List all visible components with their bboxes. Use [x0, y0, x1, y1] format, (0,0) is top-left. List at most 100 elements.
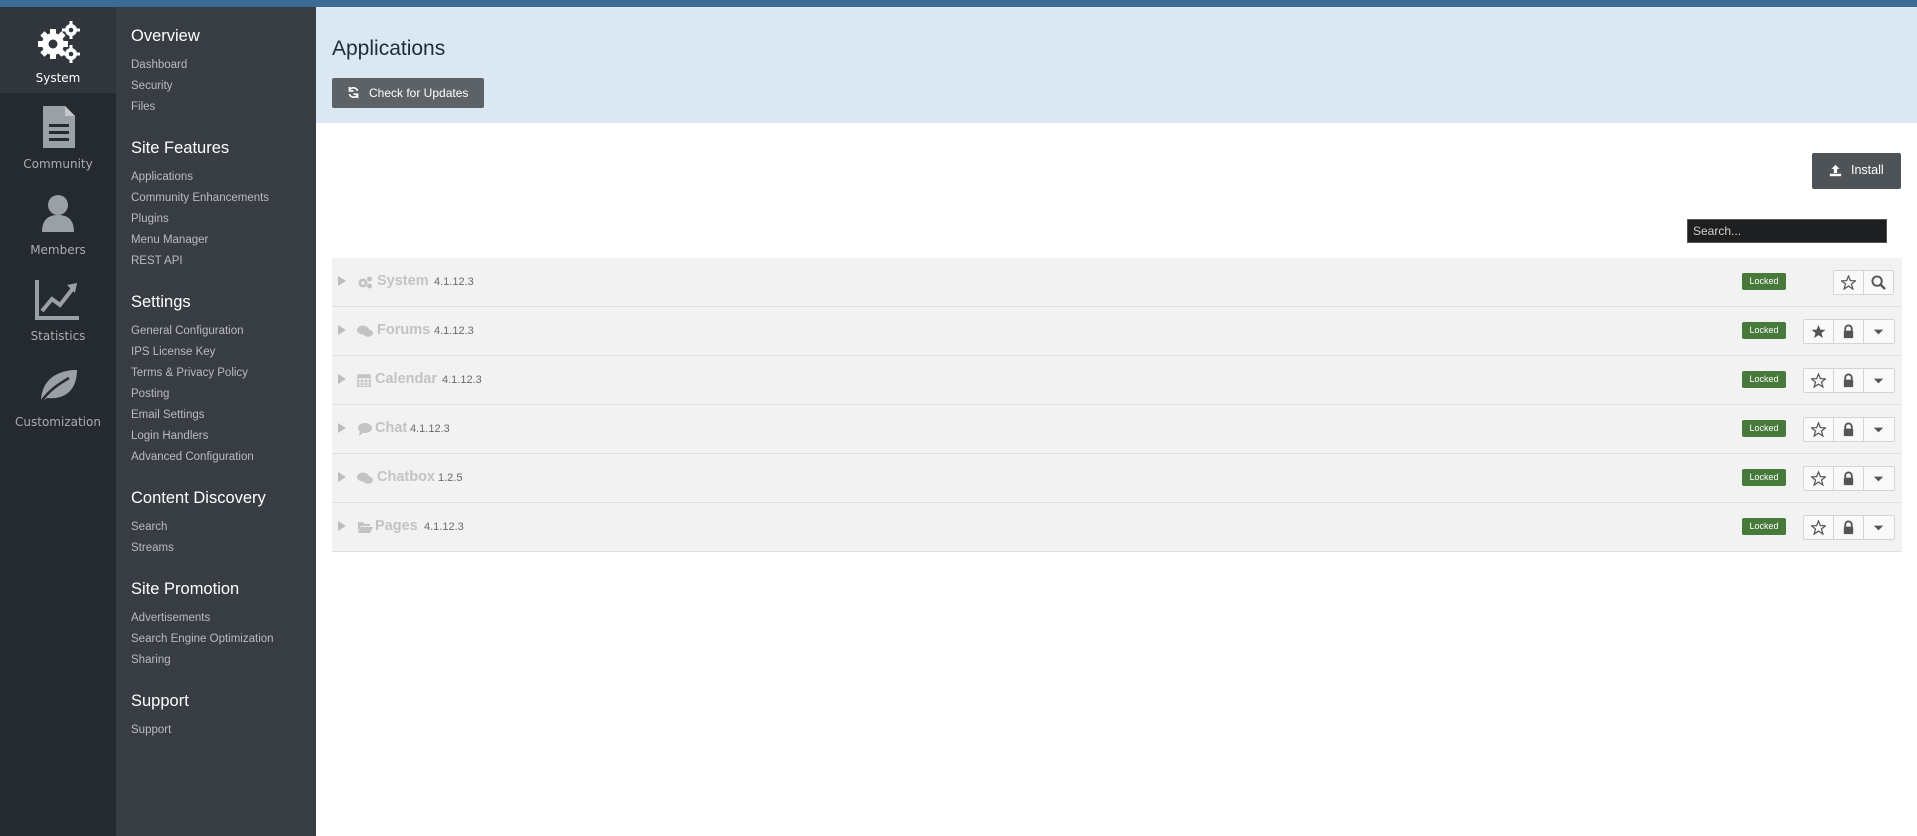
menu-heading-overview: Overview — [131, 27, 200, 45]
menu-link-general-configuration[interactable]: General Configuration — [131, 325, 244, 337]
expand-arrow-icon[interactable] — [337, 276, 347, 286]
app-row-calendar: Calendar 4.1.12.3 Locked — [332, 356, 1902, 405]
primary-nav-rail: System Community Members Statistics Cust… — [0, 7, 116, 836]
app-actions — [1803, 368, 1895, 393]
menu-link-rest-api[interactable]: REST API — [131, 255, 183, 267]
lock-button[interactable] — [1834, 369, 1864, 392]
app-name: Calendar — [375, 371, 438, 387]
expand-arrow-icon[interactable] — [337, 374, 347, 384]
comments-icon — [357, 325, 373, 337]
install-label: Install — [1851, 163, 1884, 177]
menu-link-email-settings[interactable]: Email Settings — [131, 409, 205, 421]
menu-link-dashboard[interactable]: Dashboard — [131, 59, 187, 71]
app-version: 4.1.12.3 — [434, 276, 474, 288]
user-icon — [42, 195, 74, 232]
check-for-updates-button[interactable]: Check for Updates — [332, 78, 484, 108]
applications-table: System 4.1.12.3 Locked Forums 4.1.12.3 L… — [332, 258, 1902, 552]
menu-link-search[interactable]: Search — [131, 521, 167, 533]
app-version: 4.1.12.3 — [442, 374, 482, 386]
lock-icon — [1843, 373, 1854, 388]
lock-icon — [1843, 471, 1854, 486]
star-outline-icon — [1811, 373, 1826, 388]
rail-item-label: Community — [23, 157, 93, 171]
app-version: 4.1.12.3 — [434, 325, 474, 337]
comments-icon — [357, 472, 373, 484]
set-default-button[interactable] — [1804, 369, 1834, 392]
locked-badge: Locked — [1742, 371, 1786, 388]
rail-item-statistics[interactable]: Statistics — [0, 265, 116, 351]
expand-arrow-icon[interactable] — [337, 423, 347, 433]
more-dropdown-button[interactable] — [1864, 320, 1894, 343]
more-dropdown-button[interactable] — [1864, 516, 1894, 539]
rail-item-community[interactable]: Community — [0, 93, 116, 179]
app-row-pages: Pages 4.1.12.3 Locked — [332, 503, 1902, 552]
menu-link-seo[interactable]: Search Engine Optimization — [131, 633, 274, 645]
app-name: System — [377, 273, 429, 289]
menu-link-security[interactable]: Security — [131, 80, 173, 92]
rail-item-customization[interactable]: Customization — [0, 351, 116, 437]
menu-link-menu-manager[interactable]: Menu Manager — [131, 234, 208, 246]
locked-badge: Locked — [1742, 273, 1786, 290]
menu-heading-site-features: Site Features — [131, 139, 230, 157]
menu-link-files[interactable]: Files — [131, 101, 155, 113]
search-button[interactable] — [1864, 271, 1893, 294]
menu-link-applications[interactable]: Applications — [131, 171, 193, 183]
expand-arrow-icon[interactable] — [337, 325, 347, 335]
search-icon — [1870, 275, 1886, 290]
caret-down-icon — [1873, 476, 1884, 482]
main-content: Applications Check for Updates Install S… — [316, 7, 1917, 836]
menu-link-login-handlers[interactable]: Login Handlers — [131, 430, 208, 442]
set-default-button[interactable] — [1804, 467, 1834, 490]
rail-item-members[interactable]: Members — [0, 179, 116, 265]
upload-icon — [1829, 164, 1842, 177]
menu-link-posting[interactable]: Posting — [131, 388, 169, 400]
caret-down-icon — [1873, 329, 1884, 335]
app-name: Forums — [377, 322, 431, 338]
cogs-icon — [38, 21, 80, 63]
set-default-button[interactable] — [1804, 320, 1834, 343]
app-row-system: System 4.1.12.3 Locked — [332, 258, 1902, 307]
menu-heading-settings: Settings — [131, 293, 191, 311]
lock-button[interactable] — [1834, 418, 1864, 441]
expand-arrow-icon[interactable] — [337, 472, 347, 482]
menu-link-streams[interactable]: Streams — [131, 542, 174, 554]
lock-button[interactable] — [1834, 320, 1864, 343]
more-dropdown-button[interactable] — [1864, 467, 1894, 490]
line-chart-icon — [35, 280, 79, 320]
menu-link-plugins[interactable]: Plugins — [131, 213, 169, 225]
top-accent-bar — [0, 0, 1917, 7]
menu-link-sharing[interactable]: Sharing — [131, 654, 171, 666]
app-actions — [1803, 466, 1895, 491]
menu-link-advertisements[interactable]: Advertisements — [131, 612, 210, 624]
page-header: Applications Check for Updates — [316, 7, 1917, 123]
more-dropdown-button[interactable] — [1864, 369, 1894, 392]
rail-item-label: Customization — [15, 415, 101, 429]
locked-badge: Locked — [1742, 420, 1786, 437]
install-button[interactable]: Install — [1812, 153, 1901, 189]
locked-badge: Locked — [1742, 322, 1786, 339]
lock-button[interactable] — [1834, 467, 1864, 490]
menu-link-license-key[interactable]: IPS License Key — [131, 346, 215, 358]
lock-button[interactable] — [1834, 516, 1864, 539]
app-version: 1.2.5 — [438, 472, 463, 484]
menu-link-community-enhancements[interactable]: Community Enhancements — [131, 192, 269, 204]
search-input[interactable] — [1687, 219, 1887, 243]
set-default-button[interactable] — [1804, 516, 1834, 539]
set-default-button[interactable] — [1804, 418, 1834, 441]
set-default-button[interactable] — [1834, 271, 1864, 294]
locked-badge: Locked — [1742, 469, 1786, 486]
app-name: Chat — [375, 420, 408, 436]
menu-link-terms-privacy[interactable]: Terms & Privacy Policy — [131, 367, 248, 379]
more-dropdown-button[interactable] — [1864, 418, 1894, 441]
app-row-forums: Forums 4.1.12.3 Locked — [332, 307, 1902, 356]
menu-link-support[interactable]: Support — [131, 724, 171, 736]
menu-heading-content-discovery: Content Discovery — [131, 489, 266, 507]
system-submenu: Overview Dashboard Security Files Site F… — [116, 7, 316, 836]
app-row-chatbox: Chatbox 1.2.5 Locked — [332, 454, 1902, 503]
leaf-icon — [39, 370, 77, 403]
app-actions — [1833, 270, 1894, 295]
menu-link-advanced-configuration[interactable]: Advanced Configuration — [131, 451, 254, 463]
expand-arrow-icon[interactable] — [337, 521, 347, 531]
check-for-updates-label: Check for Updates — [369, 86, 469, 100]
rail-item-system[interactable]: System — [0, 7, 116, 93]
